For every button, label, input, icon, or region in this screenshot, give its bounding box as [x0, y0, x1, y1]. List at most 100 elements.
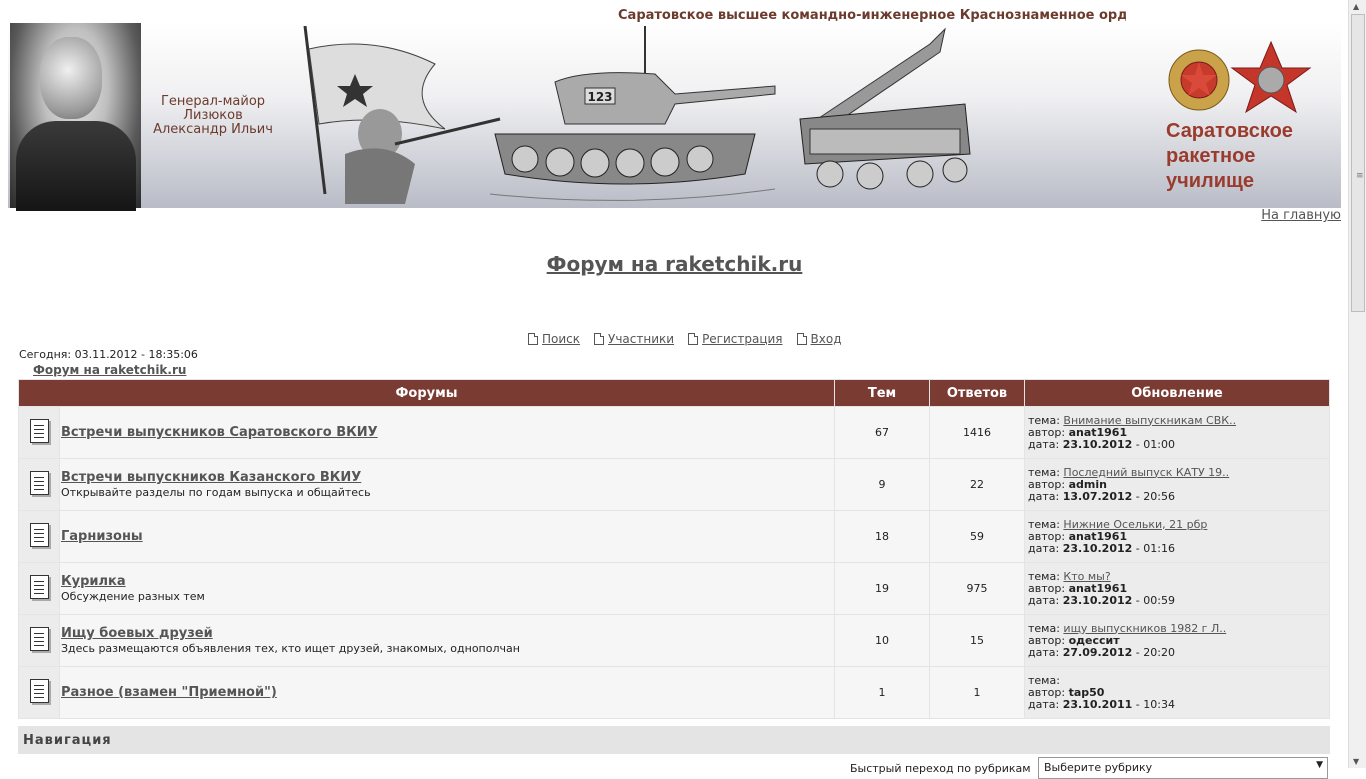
last-update-cell: тема: ищу выпускников 1982 г Л.. автор: о…: [1025, 615, 1329, 666]
last-update-cell: тема: Внимание выпускникам СВК.. автор: a…: [1025, 407, 1329, 458]
svg-text:123: 123: [587, 90, 612, 104]
search-link[interactable]: Поиск: [542, 332, 580, 346]
date-label: дата:: [1028, 437, 1060, 451]
last-time: 00:59: [1143, 593, 1175, 607]
forum-description: Открывайте разделы по годам выпуска и об…: [61, 486, 371, 499]
scroll-down-arrow-icon[interactable]: ▼: [1353, 757, 1359, 766]
scroll-thumb[interactable]: ≡: [1351, 14, 1365, 312]
page-icon: [594, 333, 605, 345]
last-update-cell: тема: Нижние Осельки, 21 рбр автор: anat1…: [1025, 511, 1329, 562]
breadcrumb-forum-link[interactable]: Форум на raketchik.ru: [33, 363, 186, 377]
forum-cell: Встречи выпускников Казанского ВКИУ Откры…: [60, 459, 834, 510]
date-label: дата:: [1028, 489, 1060, 503]
forum-topic-icon: [29, 679, 49, 703]
page-icon: [688, 333, 699, 345]
last-date: 23.10.2012: [1062, 437, 1133, 451]
forum-cell: Ищу боевых друзей Здесь размещаются объяв…: [60, 615, 834, 666]
forum-cell-icon: [19, 563, 59, 614]
table-row: Ищу боевых друзей Здесь размещаются объяв…: [19, 615, 1329, 666]
table-row: Встречи выпускников Саратовского ВКИУ 67 1…: [19, 407, 1329, 458]
topics-count: 9: [835, 459, 929, 510]
forum-cell: Курилка Обсуждение разных тем: [60, 563, 834, 614]
top-navigation: Поиск Участники Регистрация Вход: [528, 332, 842, 346]
replies-count: 59: [930, 511, 1024, 562]
forum-cell: Встречи выпускников Саратовского ВКИУ: [60, 407, 834, 458]
banner-title: Саратовское высшее командно-инженерное К…: [618, 8, 1126, 23]
page-icon: [796, 333, 807, 345]
rubric-select[interactable]: Выберите рубрику ▼: [1038, 757, 1328, 779]
forum-topic-icon: [29, 419, 49, 443]
topics-count: 19: [835, 563, 929, 614]
last-time: 20:56: [1143, 489, 1175, 503]
forums-table: Форумы Тем Ответов Обновление Встречи вы…: [18, 379, 1330, 719]
date-label: дата:: [1028, 593, 1060, 607]
last-time: 10:34: [1143, 697, 1175, 711]
current-datetime: Сегодня: 03.11.2012 - 18:35:06: [19, 348, 198, 361]
date-label: дата:: [1028, 697, 1060, 711]
navigation-bar: Навигация: [18, 726, 1330, 754]
general-portrait: [10, 23, 141, 211]
scroll-up-arrow-icon[interactable]: ▲: [1353, 2, 1359, 11]
forum-title-link[interactable]: Форум на raketchik.ru: [547, 252, 803, 276]
topics-count: 18: [835, 511, 929, 562]
replies-count: 15: [930, 615, 1024, 666]
replies-count: 22: [930, 459, 1024, 510]
table-row: Гарнизоны 18 59 тема: Нижние Осельки, 21 рб…: [19, 511, 1329, 562]
page-icon: [528, 333, 538, 345]
quick-jump-label: Быстрый переход по рубрикам: [850, 762, 1031, 775]
forum-cell-icon: [19, 667, 59, 718]
forum-link[interactable]: Разное (взамен "Приемной"): [61, 685, 277, 700]
replies-count: 1416: [930, 407, 1024, 458]
forum-link[interactable]: Ищу боевых друзей: [61, 626, 213, 641]
forum-topic-icon: [29, 627, 49, 651]
forum-cell-icon: [19, 615, 59, 666]
topics-count: 67: [835, 407, 929, 458]
last-date: 23.10.2011: [1062, 697, 1133, 711]
forum-link[interactable]: Встречи выпускников Саратовского ВКИУ: [61, 425, 378, 440]
forum-cell-icon: [19, 407, 59, 458]
last-date: 23.10.2012: [1062, 593, 1133, 607]
forum-link[interactable]: Курилка: [61, 574, 126, 589]
last-time: 01:16: [1143, 541, 1175, 555]
chevron-down-icon: ▼: [1316, 760, 1323, 770]
header-topics: Тем: [835, 380, 929, 406]
table-row: Встречи выпускников Казанского ВКИУ Откры…: [19, 459, 1329, 510]
last-date: 13.07.2012: [1062, 489, 1133, 503]
table-header-row: Форумы Тем Ответов Обновление: [19, 380, 1329, 406]
forum-link[interactable]: Встречи выпускников Казанского ВКИУ: [61, 470, 361, 485]
school-name: Саратовское ракетное училище: [1166, 120, 1293, 192]
orders-medals-icon: [1168, 40, 1312, 114]
missile-launcher-drawing: [799, 27, 971, 190]
last-time: 01:00: [1143, 437, 1175, 451]
forum-description: Обсуждение разных тем: [61, 590, 205, 603]
forum-cell: Разное (взамен "Приемной"): [60, 667, 834, 718]
members-link[interactable]: Участники: [608, 332, 674, 346]
last-update-cell: тема: Последний выпуск КАТУ 19.. автор: a…: [1025, 459, 1329, 510]
vertical-scrollbar[interactable]: ▲ ≡ ▼: [1348, 0, 1366, 768]
register-link[interactable]: Регистрация: [702, 332, 782, 346]
forum-cell-icon: [19, 511, 59, 562]
header-replies: Ответов: [930, 380, 1024, 406]
breadcrumb: Форум на raketchik.ru: [33, 363, 186, 377]
date-label: дата:: [1028, 541, 1060, 555]
topics-count: 1: [835, 667, 929, 718]
forum-cell-icon: [19, 459, 59, 510]
forum-topic-icon: [29, 523, 49, 547]
topics-count: 10: [835, 615, 929, 666]
header-forums: Форумы: [19, 380, 834, 406]
replies-count: 1: [930, 667, 1024, 718]
last-update-cell: тема: Кто мы? автор: anat1961 дата: 23.10.…: [1025, 563, 1329, 614]
header-last-update: Обновление: [1025, 380, 1329, 406]
home-link[interactable]: На главную: [1261, 208, 1341, 223]
table-row: Разное (взамен "Приемной") 1 1 тема: автор:…: [19, 667, 1329, 718]
forum-link[interactable]: Гарнизоны: [61, 529, 143, 544]
date-label: дата:: [1028, 645, 1060, 659]
page-title: Форум на raketchik.ru: [0, 252, 1349, 276]
login-link[interactable]: Вход: [811, 332, 842, 346]
forum-cell: Гарнизоны: [60, 511, 834, 562]
last-update-cell: тема: автор: tap50 дата: 23.10.2011 - 10:…: [1025, 667, 1329, 718]
forum-topic-icon: [29, 471, 49, 495]
forum-topic-icon: [29, 575, 49, 599]
grip-icon: ≡: [1356, 171, 1364, 181]
last-time: 20:20: [1143, 645, 1175, 659]
